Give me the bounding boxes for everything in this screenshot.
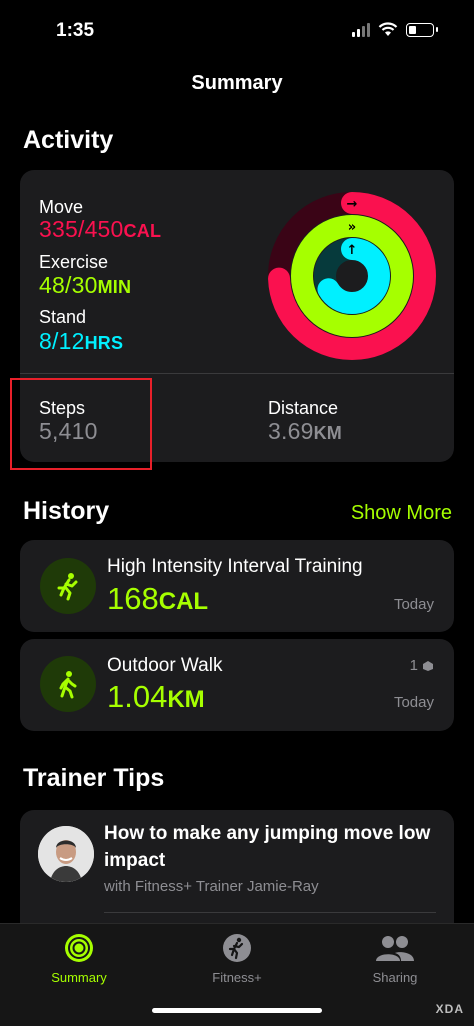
exercise-value: 48/30MIN xyxy=(39,272,132,298)
move-label: Move xyxy=(39,197,84,217)
tab-label: Summary xyxy=(51,970,107,985)
trainer-tip-subtitle: with Fitness+ Trainer Jamie-Ray xyxy=(104,878,319,895)
hiit-icon xyxy=(40,558,96,614)
status-icons xyxy=(352,22,438,37)
walk-icon xyxy=(40,656,96,712)
history-item-value: 168CAL xyxy=(107,581,209,616)
xda-watermark: XDA xyxy=(435,1002,464,1016)
battery-icon xyxy=(406,22,438,37)
status-time: 1:35 xyxy=(56,20,95,41)
svg-text:»: » xyxy=(348,220,356,235)
move-value: 335/450CAL xyxy=(39,216,162,242)
history-item-date: Today xyxy=(393,596,434,613)
layers-icon xyxy=(423,660,433,671)
page-title: Summary xyxy=(191,72,283,94)
stand-label: Stand xyxy=(39,307,87,327)
avatar xyxy=(38,826,94,882)
activity-section-title: Activity xyxy=(23,126,114,154)
badge-count: 1 xyxy=(409,657,418,674)
activity-rings-icon xyxy=(65,934,93,962)
tab-summary[interactable]: Summary xyxy=(0,932,158,985)
people-icon xyxy=(376,936,414,961)
history-section-title: History xyxy=(23,497,110,525)
runner-icon xyxy=(223,934,251,962)
stand-value: 8/12HRS xyxy=(39,328,124,354)
wifi-icon xyxy=(378,22,398,36)
activity-divider xyxy=(20,373,454,374)
tab-fitness-plus[interactable]: Fitness+ xyxy=(158,932,316,985)
svg-text:↑: ↑ xyxy=(347,243,358,258)
tab-label: Fitness+ xyxy=(212,970,262,985)
history-item-date: Today xyxy=(393,694,434,711)
distance-label: Distance xyxy=(268,398,339,418)
history-item-badge: 1 xyxy=(410,657,434,674)
history-item-value: 1.04KM xyxy=(107,679,205,714)
history-item-title: High Intensity Interval Training xyxy=(107,556,363,577)
trainer-tip-title: How to make any jumping move low impact xyxy=(104,823,431,871)
tip-divider xyxy=(104,912,436,913)
show-more-link[interactable]: Show More xyxy=(351,502,452,525)
cellular-signal-icon xyxy=(352,22,370,37)
steps-highlight-box xyxy=(10,378,152,470)
activity-rings-icon[interactable]: → » ↑ xyxy=(264,188,440,364)
tab-sharing[interactable]: Sharing xyxy=(316,932,474,985)
tab-label: Sharing xyxy=(372,970,418,985)
svg-text:→: → xyxy=(347,197,358,212)
history-item-title: Outdoor Walk xyxy=(107,655,223,676)
distance-value: 3.69KM xyxy=(268,418,342,444)
trainer-tips-section-title: Trainer Tips xyxy=(23,764,165,792)
home-indicator[interactable] xyxy=(152,1008,322,1013)
exercise-label: Exercise xyxy=(39,252,109,272)
